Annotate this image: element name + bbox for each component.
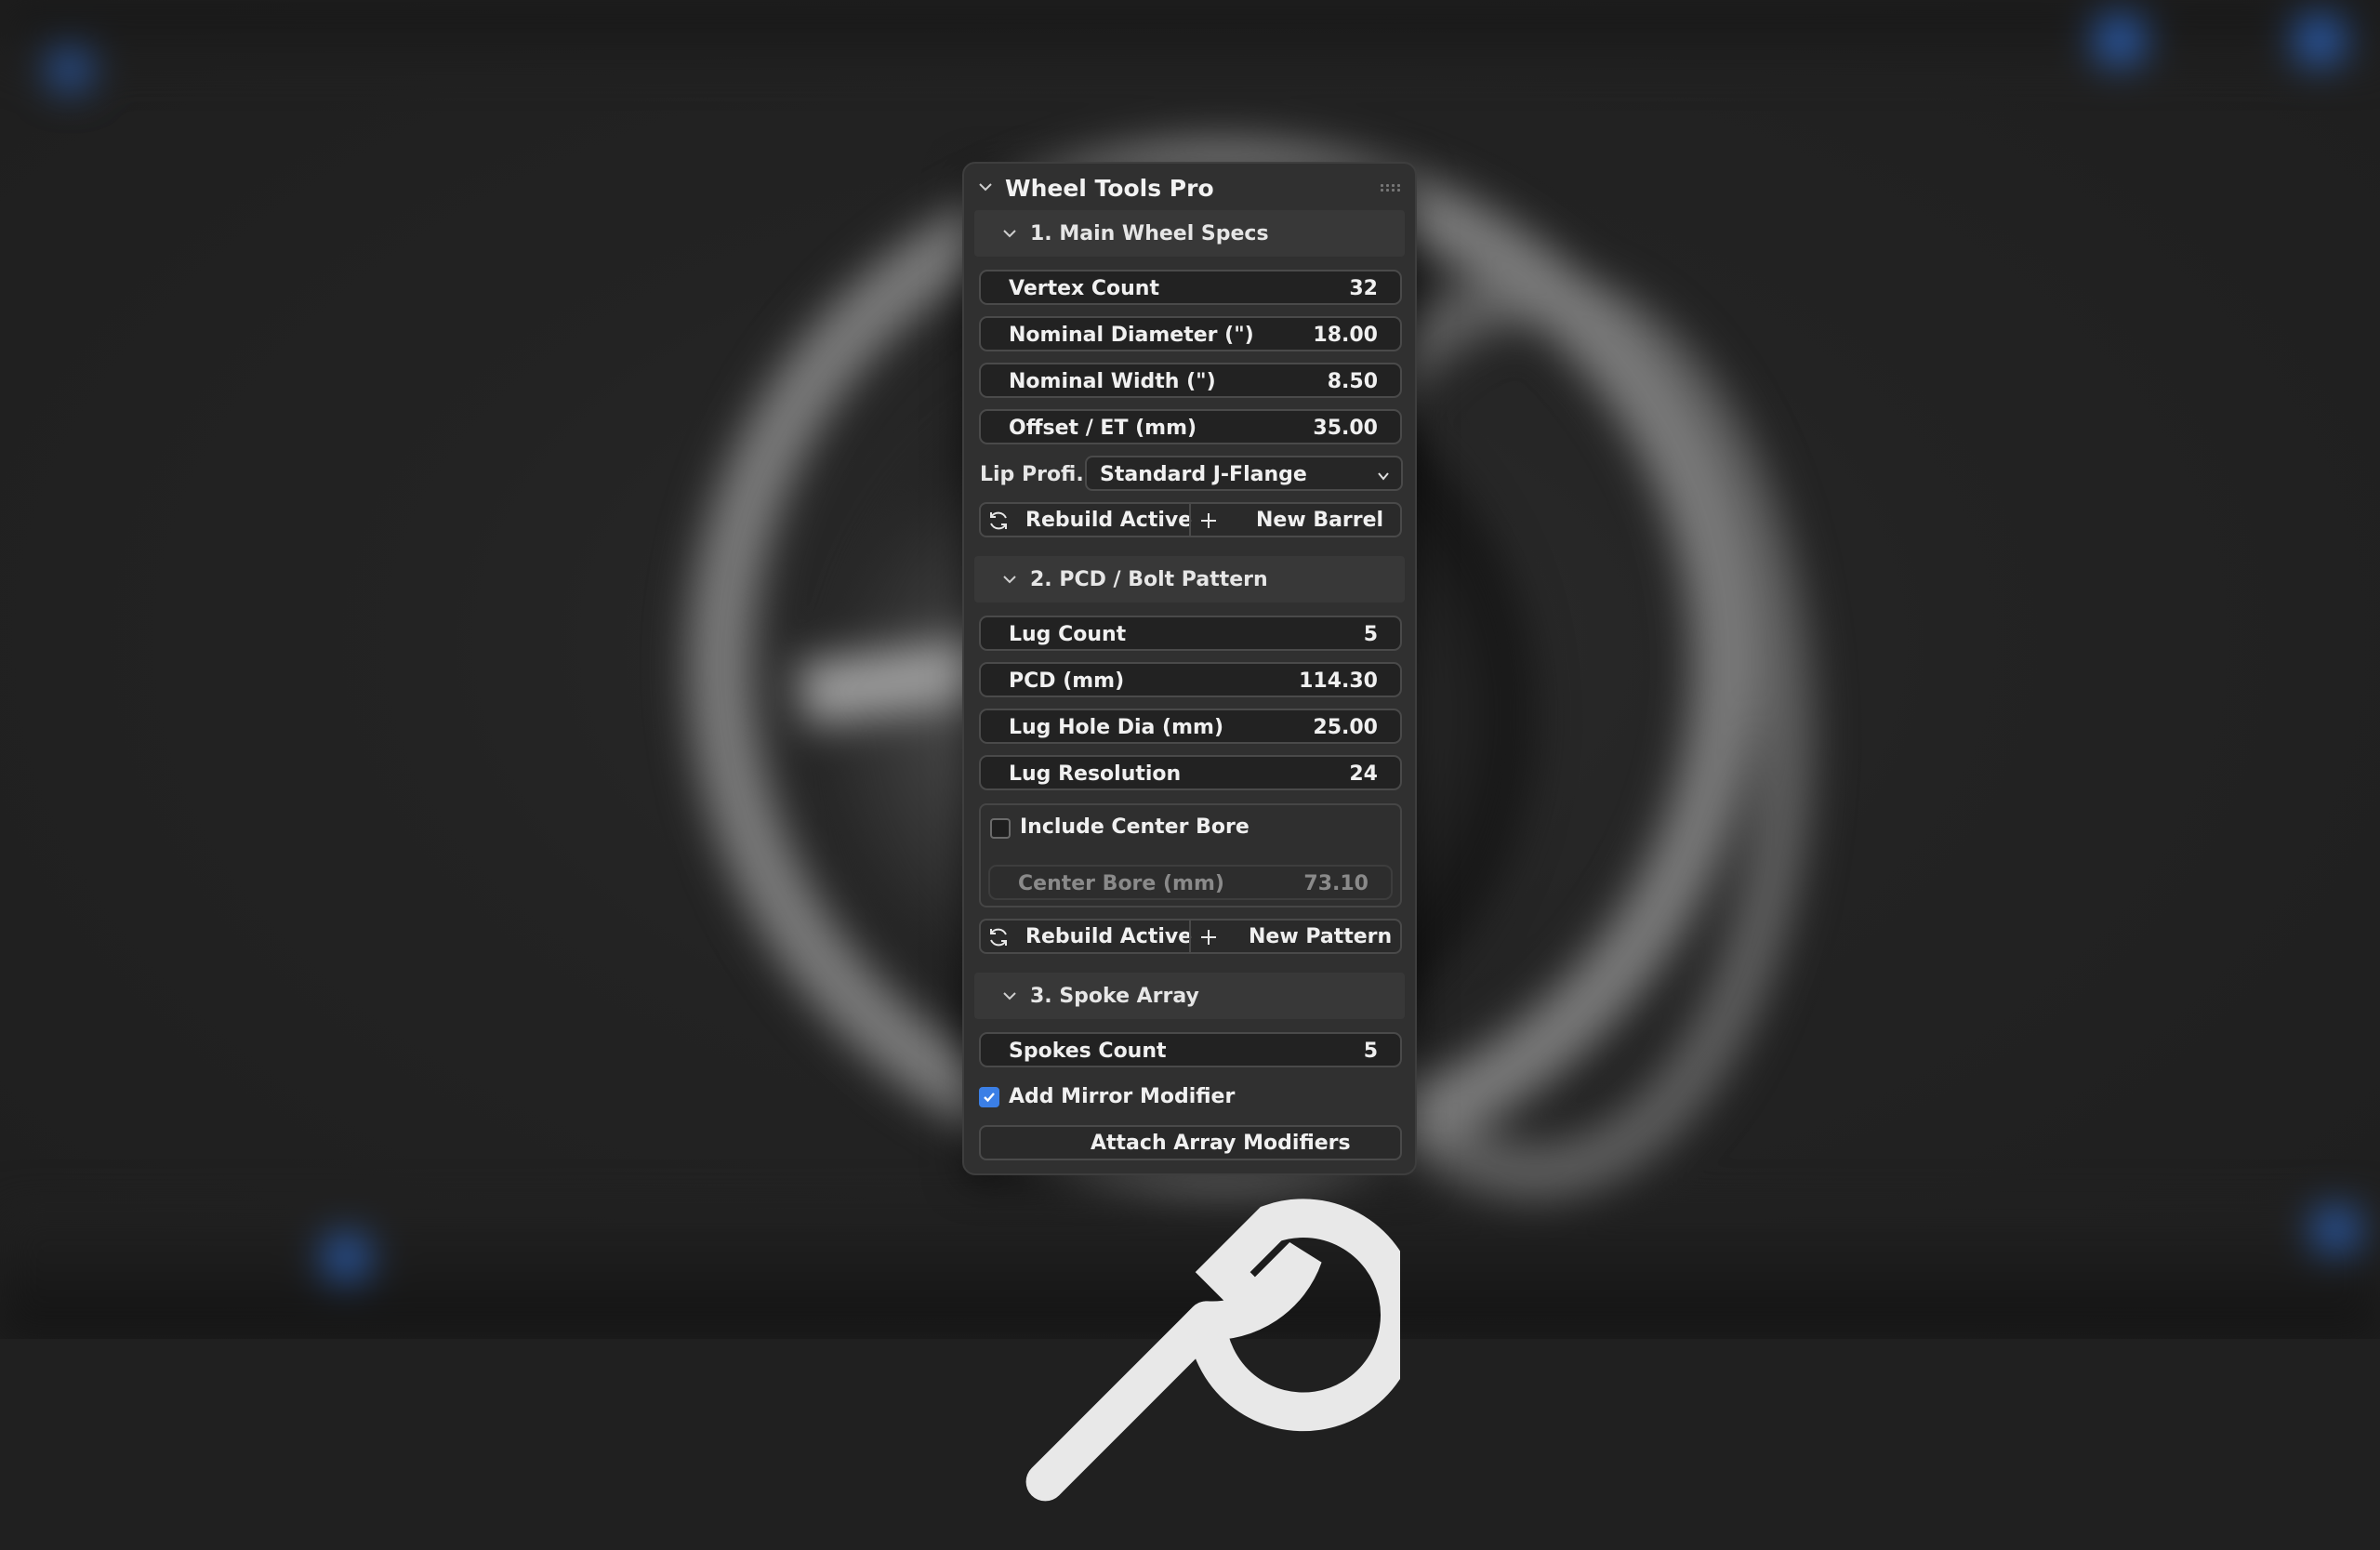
lug-count-field[interactable]: Lug Count 5 xyxy=(979,616,1402,651)
checkmark-icon xyxy=(984,1093,995,1103)
field-label: Lug Hole Dia (mm) xyxy=(1009,716,1223,739)
field-value: 5 xyxy=(1363,1040,1378,1063)
attach-array-modifiers-button[interactable]: Attach Array Modifiers xyxy=(979,1125,1420,1502)
rebuild-pattern-button[interactable]: Rebuild Active xyxy=(981,921,1193,952)
button-label: Attach Array Modifiers xyxy=(1091,1132,1351,1155)
section-title: 3. Spoke Array xyxy=(1030,985,1199,1008)
pattern-button-row: Rebuild Active New Pattern xyxy=(979,919,1402,954)
gizmo-dot xyxy=(2096,17,2143,63)
field-value: 114.30 xyxy=(1299,669,1378,693)
lip-profile-dropdown[interactable]: Standard J-Flange xyxy=(1085,456,1403,491)
section-spoke-array-header[interactable]: 3. Spoke Array xyxy=(974,973,1405,1019)
plus-icon xyxy=(1201,513,1216,528)
chevron-down-icon[interactable] xyxy=(978,179,993,194)
field-value: 73.10 xyxy=(1303,872,1368,895)
field-value: 5 xyxy=(1363,623,1378,646)
add-mirror-modifier-label[interactable]: Add Mirror Modifier xyxy=(1009,1085,1235,1108)
include-center-bore-label[interactable]: Include Center Bore xyxy=(1020,815,1250,839)
field-value: 24 xyxy=(1349,762,1378,786)
button-label: New Pattern xyxy=(1249,925,1393,948)
field-label: PCD (mm) xyxy=(1009,669,1125,693)
field-value: 35.00 xyxy=(1313,417,1378,440)
chevron-down-icon[interactable] xyxy=(1002,572,1017,587)
gizmo-dot xyxy=(2315,1209,2357,1251)
chevron-down-icon[interactable] xyxy=(1002,988,1017,1003)
lip-profile-label: Lip Profi... xyxy=(980,463,1100,486)
section-title: 2. PCD / Bolt Pattern xyxy=(1030,568,1268,591)
panel-header[interactable]: Wheel Tools Pro xyxy=(964,164,1415,210)
field-label: Lug Count xyxy=(1009,623,1127,646)
field-value: 8.50 xyxy=(1327,370,1378,393)
nominal-diameter-field[interactable]: Nominal Diameter (") 18.00 xyxy=(979,316,1402,351)
add-mirror-modifier-checkbox[interactable] xyxy=(979,1087,999,1107)
rebuild-barrel-button[interactable]: Rebuild Active xyxy=(981,504,1193,536)
field-label: Nominal Diameter (") xyxy=(1009,324,1254,347)
lug-resolution-field[interactable]: Lug Resolution 24 xyxy=(979,755,1402,790)
include-center-bore-checkbox[interactable] xyxy=(990,818,1011,839)
button-label: Rebuild Active xyxy=(1025,509,1193,532)
vertex-count-field[interactable]: Vertex Count 32 xyxy=(979,270,1402,305)
button-label: New Barrel xyxy=(1256,509,1384,532)
chevron-down-icon xyxy=(1378,472,1389,481)
field-label: Lug Resolution xyxy=(1009,762,1182,786)
dropdown-value: Standard J-Flange xyxy=(1100,463,1307,486)
chevron-down-icon[interactable] xyxy=(1002,226,1017,241)
panel-title: Wheel Tools Pro xyxy=(1005,175,1214,202)
field-label: Offset / ET (mm) xyxy=(1009,417,1197,440)
center-bore-field: Center Bore (mm) 73.10 xyxy=(988,865,1393,900)
barrel-button-row: Rebuild Active New Barrel xyxy=(979,502,1402,537)
field-value: 25.00 xyxy=(1313,716,1378,739)
lug-hole-dia-field[interactable]: Lug Hole Dia (mm) 25.00 xyxy=(979,709,1402,744)
field-value: 18.00 xyxy=(1313,324,1378,347)
field-label: Nominal Width (") xyxy=(1009,370,1216,393)
gizmo-dot xyxy=(2296,17,2343,63)
wrench-icon xyxy=(1025,1199,1420,1502)
button-label: Rebuild Active xyxy=(1025,925,1193,948)
refresh-icon xyxy=(990,511,1007,530)
pcd-field[interactable]: PCD (mm) 114.30 xyxy=(979,662,1402,697)
center-bore-group: Include Center Bore Center Bore (mm) 73.… xyxy=(979,803,1402,907)
refresh-icon xyxy=(990,928,1007,947)
gizmo-dot xyxy=(325,1237,367,1278)
grip-icon[interactable] xyxy=(1381,184,1401,192)
nominal-width-field[interactable]: Nominal Width (") 8.50 xyxy=(979,363,1402,398)
new-barrel-button[interactable]: New Barrel xyxy=(1191,504,1400,536)
field-value: 32 xyxy=(1349,277,1378,300)
plus-icon xyxy=(1201,930,1216,945)
section-title: 1. Main Wheel Specs xyxy=(1030,222,1269,245)
field-label: Center Bore (mm) xyxy=(1018,872,1224,895)
section-main-specs-header[interactable]: 1. Main Wheel Specs xyxy=(974,210,1405,257)
viewport-header xyxy=(0,0,2380,61)
new-pattern-button[interactable]: New Pattern xyxy=(1191,921,1400,952)
section-pcd-header[interactable]: 2. PCD / Bolt Pattern xyxy=(974,556,1405,603)
field-label: Vertex Count xyxy=(1009,277,1159,300)
gizmo-dot xyxy=(51,51,88,88)
wheel-tools-panel: Wheel Tools Pro 1. Main Wheel Specs Vert… xyxy=(962,162,1420,1502)
offset-et-field[interactable]: Offset / ET (mm) 35.00 xyxy=(979,409,1402,444)
spokes-count-field[interactable]: Spokes Count 5 xyxy=(979,1032,1402,1067)
field-label: Spokes Count xyxy=(1009,1040,1167,1063)
